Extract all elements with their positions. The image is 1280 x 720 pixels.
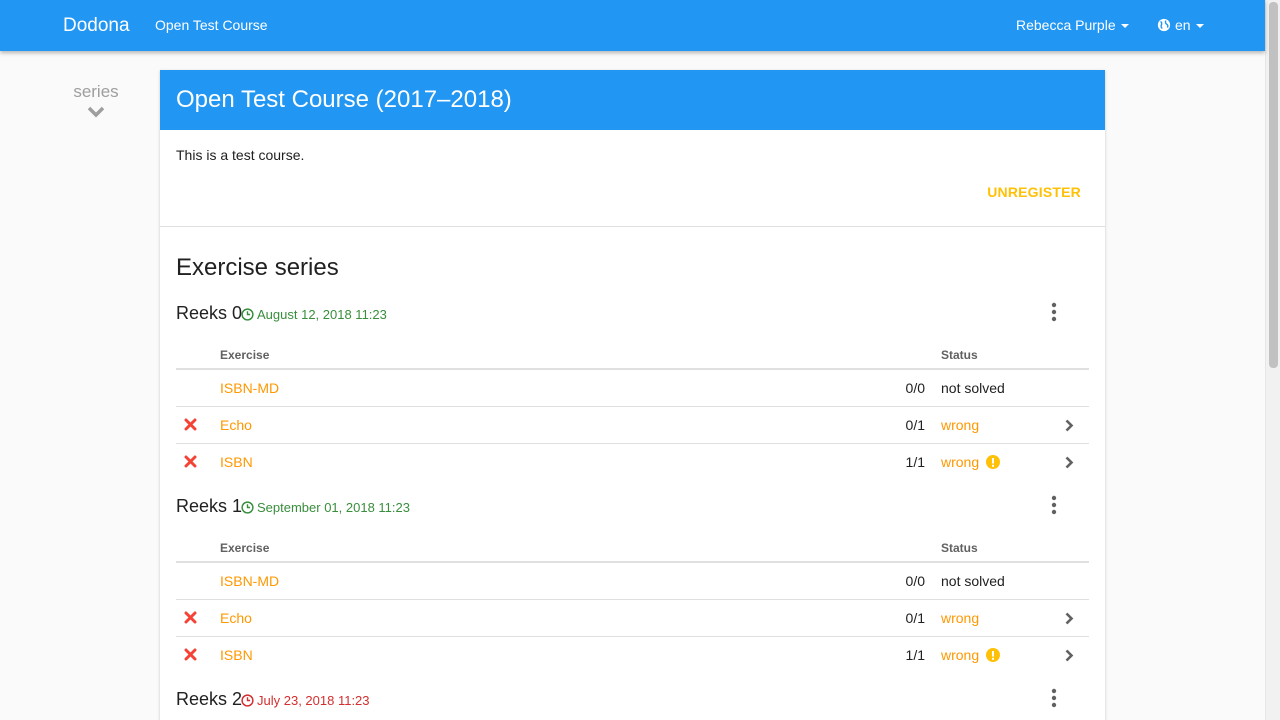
chevron-right-icon[interactable] [1064,419,1074,432]
series-deadline: July 23, 2018 11:23 [241,693,370,708]
exercise-status[interactable]: wrong [941,647,1001,663]
series-block: Reeks 0 August 12, 2018 11:23 Exercise S… [176,300,1089,481]
series-block: Reeks 2 July 23, 2018 11:23 [176,686,1089,716]
table-header: Exercise Status [176,340,1089,370]
exercise-score: 0/0 [905,380,925,396]
scrollbar-thumb[interactable] [1269,2,1278,368]
more-vert-icon[interactable] [1048,688,1060,708]
unregister-button[interactable]: UNREGISTER [987,184,1081,200]
exercise-link[interactable]: ISBN-MD [220,380,279,396]
table-row: Echo 0/1 wrong [176,600,1089,637]
section-title: Exercise series [176,254,339,281]
status-text: wrong [941,417,980,433]
series-header: Reeks 1 September 01, 2018 11:23 [176,493,1089,523]
deadline-text: July 23, 2018 11:23 [257,693,370,708]
column-header-exercise: Exercise [220,541,270,555]
course-card-header: Open Test Course (2017–2018) [160,70,1105,130]
exercise-link[interactable]: Echo [220,610,252,626]
toc-label: series [73,82,119,101]
wrong-x-icon [184,648,197,661]
status-text: not solved [941,380,1005,396]
user-name: Rebecca Purple [1016,17,1116,33]
exercise-status: not solved [941,380,1005,396]
more-vert-icon[interactable] [1048,302,1060,322]
exercise-status[interactable]: wrong [941,454,1001,470]
caret-down-icon [1195,24,1204,28]
wrong-x-icon [184,611,197,624]
language-dropdown[interactable]: en [1157,17,1204,33]
series-name[interactable]: Reeks 0 [176,303,242,324]
series-toc-toggle[interactable]: series [56,82,136,118]
course-nav-link[interactable]: Open Test Course [155,17,268,33]
course-card: Open Test Course (2017–2018) This is a t… [160,70,1105,720]
series-block: Reeks 1 September 01, 2018 11:23 Exercis… [176,493,1089,674]
table-row: Echo 0/1 wrong [176,407,1089,444]
course-title: Open Test Course (2017–2018) [176,86,512,113]
chevron-right-icon[interactable] [1064,649,1074,662]
table-row: ISBN 1/1 wrong [176,637,1089,674]
exercise-link[interactable]: ISBN [220,454,253,470]
chevron-down-icon [87,106,105,118]
brand-logo[interactable]: Dodona [63,15,130,37]
status-text: wrong [941,647,980,663]
exercise-score: 1/1 [905,454,925,470]
column-header-status: Status [941,348,978,362]
exercise-score: 0/1 [905,417,925,433]
table-header: Exercise Status [176,533,1089,563]
exercise-score: 1/1 [905,647,925,663]
exercise-link[interactable]: ISBN-MD [220,573,279,589]
chevron-right-icon[interactable] [1064,456,1074,469]
series-name[interactable]: Reeks 2 [176,689,242,710]
column-header-exercise: Exercise [220,348,270,362]
clock-icon [241,501,254,514]
exercise-link[interactable]: ISBN [220,647,253,663]
series-header: Reeks 2 July 23, 2018 11:23 [176,686,1089,716]
series-deadline: September 01, 2018 11:23 [241,500,410,515]
deadline-text: September 01, 2018 11:23 [257,500,410,515]
exercise-score: 0/1 [905,610,925,626]
course-description: This is a test course. [176,147,305,163]
status-text: not solved [941,573,1005,589]
warning-icon [986,648,1001,662]
exercise-status[interactable]: wrong [941,417,979,433]
top-navbar: Dodona Open Test Course Rebecca Purple e… [0,0,1265,51]
exercise-status: not solved [941,573,1005,589]
wrong-x-icon [184,418,197,431]
divider [160,226,1105,227]
language-code: en [1175,17,1191,33]
more-vert-icon[interactable] [1048,495,1060,515]
column-header-status: Status [941,541,978,555]
user-menu-dropdown[interactable]: Rebecca Purple [1016,17,1129,33]
table-row: ISBN-MD 0/0 not solved [176,370,1089,407]
chevron-right-icon[interactable] [1064,612,1074,625]
deadline-text: August 12, 2018 11:23 [257,307,387,322]
series-deadline: August 12, 2018 11:23 [241,307,387,322]
globe-icon [1157,18,1171,32]
series-header: Reeks 0 August 12, 2018 11:23 [176,300,1089,330]
series-name[interactable]: Reeks 1 [176,496,242,517]
wrong-x-icon [184,455,197,468]
exercise-score: 0/0 [905,573,925,589]
table-row: ISBN 1/1 wrong [176,444,1089,481]
exercise-status[interactable]: wrong [941,610,979,626]
clock-icon [241,694,254,707]
status-text: wrong [941,454,980,470]
caret-down-icon [1120,24,1129,28]
status-text: wrong [941,610,980,626]
table-row: ISBN-MD 0/0 not solved [176,563,1089,600]
page-scrollbar[interactable] [1265,0,1280,720]
clock-icon [241,308,254,321]
exercise-link[interactable]: Echo [220,417,252,433]
warning-icon [986,455,1001,469]
